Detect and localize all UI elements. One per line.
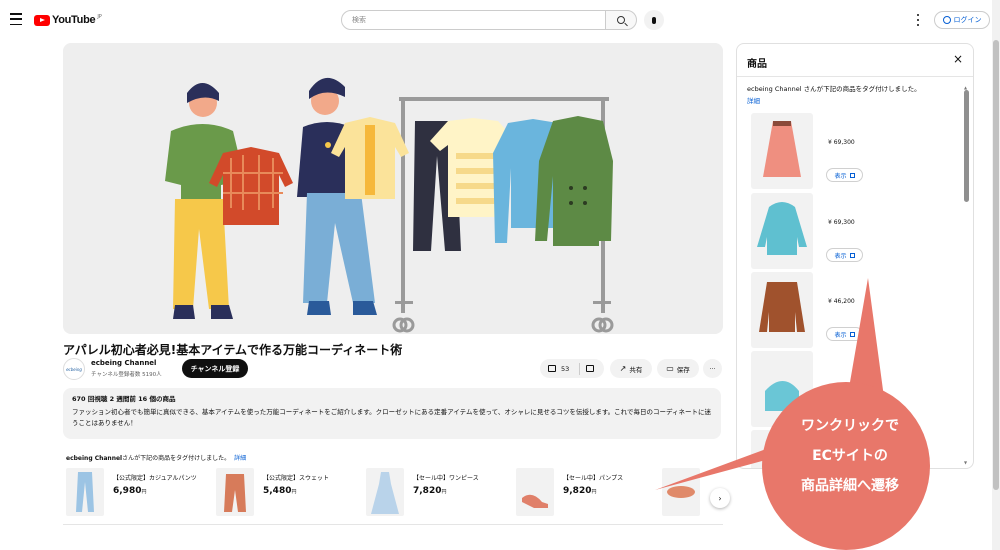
channel-avatar[interactable]: ecbeing — [63, 358, 85, 380]
product-price: 5,480円 — [263, 486, 297, 496]
panel-scroll-thumb[interactable] — [964, 90, 969, 202]
product-card[interactable]: 【公式限定】カジュアルパンツ 6,980円 — [66, 468, 216, 518]
product-name: 【セール中】ワンピース — [413, 475, 479, 482]
tag-channel-name: ecbeing Channel — [66, 455, 123, 462]
product-image-pumps — [516, 468, 554, 516]
panel-view-button[interactable]: 表示 — [826, 248, 863, 262]
microphone-icon — [652, 16, 656, 24]
logo-region: JP — [97, 14, 102, 20]
page-root: YouTube JP 検索 ログイン アパレル初心者必見!基本アイテムで作る万能… — [0, 0, 1000, 550]
panel-product-price: ¥ 69,300 — [828, 139, 855, 146]
panel-product-image-hoodie — [751, 193, 813, 269]
like-dislike-group: 53 — [540, 359, 604, 378]
login-button[interactable]: ログイン — [934, 11, 990, 29]
search-button[interactable] — [605, 10, 637, 30]
external-link-icon — [849, 252, 855, 258]
external-link-icon — [849, 172, 855, 178]
panel-detail-link[interactable]: 詳細 — [747, 95, 760, 105]
search-icon — [617, 16, 625, 24]
channel-subscribers: チャンネル登録者数 5190人 — [91, 372, 162, 378]
panel-title: 商品 — [747, 59, 767, 70]
product-price: 9,820円 — [563, 486, 597, 496]
product-shelf: 【公式限定】カジュアルパンツ 6,980円 【公式限定】スウェット 5,480円… — [66, 468, 736, 518]
description-text: ファッション初心者でも簡単に真似できる、基本アイテムを使った万能コーディネートを… — [72, 408, 712, 427]
product-price: 6,980円 — [113, 486, 147, 496]
product-name: 【公式限定】カジュアルパンツ — [113, 475, 197, 482]
product-tag-line: ecbeing Channelさんが下記の商品をタグ付けしました。 詳細 — [66, 453, 246, 462]
product-image-dress — [366, 468, 404, 516]
divider — [63, 524, 723, 525]
menu-icon[interactable] — [10, 13, 22, 25]
youtube-logo[interactable]: YouTube JP — [34, 14, 102, 26]
subscribe-button[interactable]: チャンネル登録 — [182, 359, 248, 378]
user-icon — [942, 16, 951, 24]
video-illustration — [165, 77, 614, 333]
video-player[interactable] — [63, 43, 723, 334]
logo-text: YouTube — [52, 14, 96, 26]
callout-line-3: 商品詳細へ遷移 — [801, 478, 899, 494]
view-stats: 670 回視聴 2 週間前 16 個の商品 — [72, 395, 176, 403]
top-bar: YouTube JP 検索 ログイン — [0, 0, 1000, 40]
share-button[interactable]: ↗ 共有 — [610, 359, 652, 378]
product-price: 7,820円 — [413, 486, 447, 496]
product-image-pants — [66, 468, 104, 516]
tag-detail-link[interactable]: 詳細 — [234, 455, 246, 462]
login-label: ログイン — [953, 16, 982, 24]
video-description[interactable]: 670 回視聴 2 週間前 16 個の商品 ファッション初心者でも簡単に真似でき… — [63, 388, 721, 439]
youtube-play-icon — [34, 14, 50, 26]
panel-view-button[interactable]: 表示 — [826, 168, 863, 182]
product-card[interactable]: 【セール中】パンプス 9,820円 — [516, 468, 666, 518]
share-icon: ↗ — [619, 364, 627, 373]
panel-tag-text: ecbeing Channel さんが下記の商品をタグ付けしました。 — [747, 85, 921, 93]
share-label: 共有 — [629, 365, 643, 374]
panel-product-image-skirt — [751, 113, 813, 189]
thumbs-up-icon — [548, 365, 556, 372]
video-title: アパレル初心者必見!基本アイテムで作る万能コーディネート術 — [63, 343, 403, 357]
product-name: 【セール中】パンプス — [563, 475, 624, 482]
page-scrollbar[interactable] — [992, 0, 1000, 550]
product-image-sweat — [216, 468, 254, 516]
channel-name[interactable]: ecbeing Channel — [91, 359, 156, 367]
like-count: 53 — [561, 364, 570, 373]
product-card[interactable]: 【公式限定】スウェット 5,480円 — [216, 468, 366, 518]
panel-product-price: ¥ 69,300 — [828, 219, 855, 226]
like-button[interactable]: 53 — [540, 362, 580, 375]
callout-bubble — [650, 270, 990, 550]
callout-line-2: ECサイトの — [812, 448, 888, 464]
thumbs-down-icon — [586, 365, 594, 372]
dislike-button[interactable] — [580, 365, 599, 372]
callout-line-1: ワンクリックで — [801, 418, 899, 434]
panel-divider — [737, 76, 973, 77]
close-icon[interactable]: × — [951, 52, 965, 66]
search-input[interactable]: 検索 — [341, 10, 606, 30]
panel-product-item[interactable]: ¥ 69,300 表示 — [751, 113, 951, 189]
callout-text: ワンクリックで ECサイトの 商品詳細へ遷移 — [760, 411, 940, 501]
product-name: 【公式限定】スウェット — [263, 475, 330, 482]
panel-product-item[interactable]: ¥ 69,300 表示 — [751, 193, 951, 269]
voice-search-button[interactable] — [644, 10, 664, 30]
tag-text: さんが下記の商品をタグ付けしました。 — [122, 455, 231, 462]
settings-more-icon[interactable] — [916, 14, 920, 26]
page-scroll-thumb[interactable] — [993, 40, 999, 490]
product-card[interactable]: 【セール中】ワンピース 7,820円 — [366, 468, 516, 518]
